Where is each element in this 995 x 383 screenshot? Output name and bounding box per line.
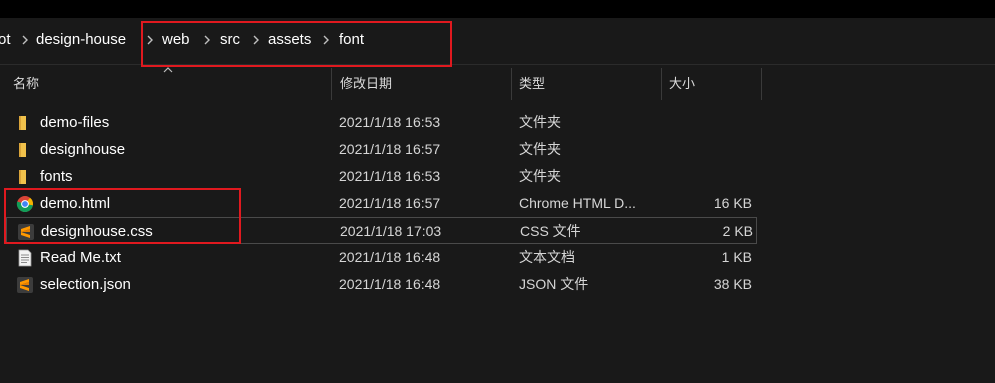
column-header-size[interactable]: 大小 [669, 68, 695, 100]
file-row-selected[interactable]: designhouse.css 2021/1/18 17:03 CSS 文件 2… [6, 217, 757, 244]
chevron-right-icon[interactable] [202, 34, 212, 46]
file-row[interactable]: demo.html 2021/1/18 16:57 Chrome HTML D.… [6, 190, 757, 217]
file-type: 文件夹 [519, 141, 561, 157]
breadcrumb-src[interactable]: src [220, 31, 240, 49]
chevron-right-icon[interactable] [321, 34, 331, 46]
file-type: 文本文档 [519, 249, 575, 265]
breadcrumb-design-house[interactable]: design-house [36, 31, 126, 49]
file-size [661, 109, 752, 136]
file-type: JSON 文件 [519, 276, 589, 292]
file-name: demo-files [40, 114, 110, 131]
folder-icon [19, 170, 26, 184]
file-modified: 2021/1/18 17:03 [340, 223, 442, 239]
column-divider[interactable] [511, 68, 512, 100]
file-modified: 2021/1/18 16:48 [339, 276, 441, 292]
file-modified: 2021/1/18 16:48 [339, 249, 441, 265]
address-bar[interactable]: ot design-house web src assets font [0, 18, 995, 65]
file-modified: 2021/1/18 16:53 [339, 114, 441, 130]
folder-icon [19, 116, 26, 130]
file-modified: 2021/1/18 16:57 [339, 141, 441, 157]
column-divider[interactable] [761, 68, 762, 100]
file-modified: 2021/1/18 16:57 [339, 195, 441, 211]
file-type: CSS 文件 [520, 223, 581, 239]
file-size: 38 KB [713, 276, 752, 292]
file-type: 文件夹 [519, 114, 561, 130]
file-row[interactable]: demo-files 2021/1/18 16:53 文件夹 [6, 109, 757, 136]
column-header-row: 名称 修改日期 类型 大小 [0, 68, 995, 100]
file-size [661, 136, 752, 163]
breadcrumb-web[interactable]: web [162, 31, 190, 49]
file-size: 2 KB [722, 223, 753, 239]
chrome-icon [16, 196, 33, 213]
file-type: Chrome HTML D... [519, 195, 636, 211]
file-name: selection.json [40, 276, 131, 293]
file-row[interactable]: fonts 2021/1/18 16:53 文件夹 [6, 163, 757, 190]
file-size [661, 163, 752, 190]
breadcrumb-font[interactable]: font [339, 31, 364, 49]
file-type: 文件夹 [519, 168, 561, 184]
file-row[interactable]: selection.json 2021/1/18 16:48 JSON 文件 3… [6, 271, 757, 298]
file-name: demo.html [40, 195, 111, 212]
file-size: 1 KB [721, 249, 752, 265]
column-header-type[interactable]: 类型 [519, 68, 545, 100]
file-modified: 2021/1/18 16:53 [339, 168, 441, 184]
folder-icon [19, 143, 26, 157]
chevron-right-icon[interactable] [145, 34, 155, 46]
column-divider[interactable] [661, 68, 662, 100]
text-file-icon [18, 249, 32, 267]
breadcrumb-root[interactable]: ot [0, 31, 11, 49]
file-name: Read Me.txt [40, 249, 121, 266]
sublime-icon [18, 224, 34, 240]
sublime-icon [17, 277, 33, 293]
file-size: 16 KB [713, 195, 752, 211]
file-name: designhouse [40, 141, 126, 158]
column-divider[interactable] [331, 68, 332, 100]
breadcrumb-assets[interactable]: assets [268, 31, 311, 49]
chevron-right-icon[interactable] [251, 34, 261, 46]
column-header-name[interactable]: 名称 [13, 68, 39, 100]
title-strip [0, 0, 995, 18]
chevron-right-icon[interactable] [20, 34, 30, 46]
file-name: fonts [40, 168, 73, 185]
file-name: designhouse.css [41, 223, 153, 240]
column-header-modified[interactable]: 修改日期 [340, 68, 392, 100]
file-row[interactable]: Read Me.txt 2021/1/18 16:48 文本文档 1 KB [6, 244, 757, 271]
file-row[interactable]: designhouse 2021/1/18 16:57 文件夹 [6, 136, 757, 163]
